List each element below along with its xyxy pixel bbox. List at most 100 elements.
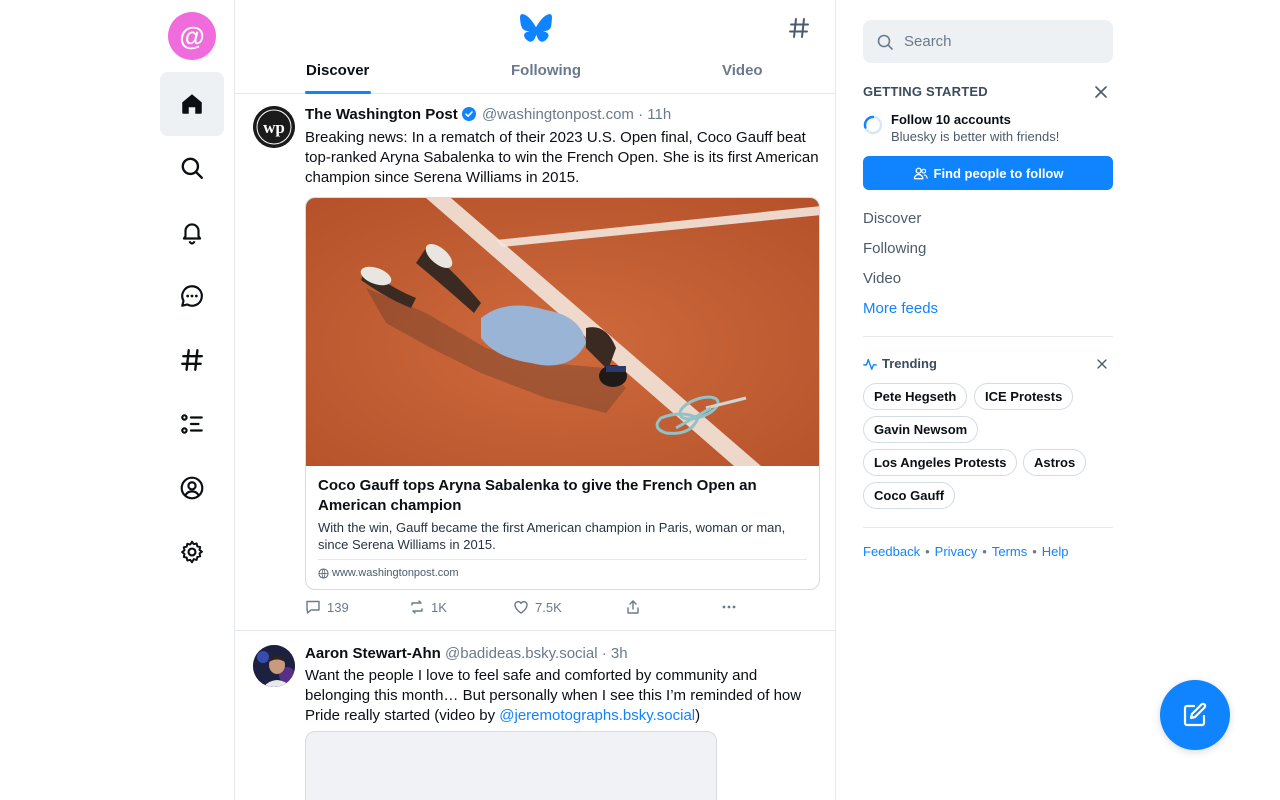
divider [863, 527, 1113, 528]
author-handle[interactable]: @washingtonpost.com [482, 106, 634, 123]
bell-icon [182, 223, 202, 245]
reply-count: 139 [327, 599, 349, 615]
post-divider [235, 630, 835, 631]
repost-count: 1K [431, 599, 447, 615]
feeds-hashtag-icon[interactable] [787, 16, 811, 40]
search-icon [181, 157, 203, 179]
post-actions: 139 1K 7.5K [305, 599, 825, 619]
footer-privacy[interactable]: Privacy [935, 544, 978, 559]
author-name[interactable]: Aaron Stewart-Ahn [305, 645, 441, 662]
card-divider [318, 559, 807, 560]
footer-terms[interactable]: Terms [992, 544, 1027, 559]
mention-link[interactable]: @jeremotographs.bsky.social [499, 707, 695, 724]
card-image [306, 198, 819, 466]
profile-icon [180, 476, 204, 500]
nav-settings[interactable] [160, 520, 224, 584]
post-header: Aaron Stewart-Ahn @badideas.bsky.social … [305, 645, 628, 662]
trending-topic[interactable]: Gavin Newsom [863, 416, 979, 443]
nav-search[interactable] [160, 136, 224, 200]
post-header: The Washington Post @washingtonpost.com … [305, 106, 671, 123]
author-avatar[interactable] [253, 645, 295, 687]
find-people-label: Find people to follow [933, 165, 1064, 181]
search-box[interactable] [863, 20, 1113, 63]
post-text: Want the people I love to feel safe and … [305, 666, 825, 726]
trending-topic[interactable]: ICE Protests [974, 383, 1074, 410]
author-name[interactable]: The Washington Post [305, 106, 458, 123]
like-count: 7.5K [535, 599, 562, 615]
divider [863, 336, 1113, 337]
nav-notifications[interactable] [160, 200, 224, 264]
author-handle[interactable]: @badideas.bsky.social [445, 645, 598, 662]
trending-icon [863, 358, 877, 370]
tab-video[interactable]: Video [722, 62, 763, 79]
post-time: · 11h [638, 106, 672, 123]
repost-button[interactable]: 1K [409, 599, 447, 615]
feed-tabs: Discover Following Video [235, 60, 835, 94]
compose-icon [1183, 702, 1207, 727]
tab-following[interactable]: Following [511, 62, 581, 79]
progress-ring-icon [863, 115, 883, 135]
chat-icon [181, 285, 203, 307]
separator-dot: • [1032, 544, 1037, 559]
close-icon[interactable] [1093, 84, 1109, 100]
separator-dot: • [982, 544, 987, 559]
card-title: Coco Gauff tops Aryna Sabalenka to give … [318, 477, 757, 514]
nav-profile[interactable] [160, 456, 224, 520]
getting-started-label: GETTING STARTED [863, 84, 988, 99]
bluesky-logo-icon[interactable] [520, 14, 552, 42]
card-domain: www.washingtonpost.com [318, 567, 459, 579]
footer-feedback[interactable]: Feedback [863, 544, 920, 559]
more-options-button[interactable] [721, 599, 737, 615]
svg-text:wp: wp [263, 118, 285, 137]
card-domain-text: www.washingtonpost.com [332, 567, 459, 579]
more-feeds-link[interactable]: More feeds [863, 300, 938, 317]
post-time: · 3h [601, 645, 628, 662]
card-description: With the win, Gauff became the first Ame… [318, 520, 786, 552]
video-embed[interactable] [305, 731, 717, 800]
like-button[interactable]: 7.5K [513, 599, 562, 615]
tab-discover[interactable]: Discover [306, 62, 369, 79]
trending-topic[interactable]: Pete Hegseth [863, 383, 968, 410]
globe-icon [318, 567, 329, 579]
ellipsis-icon [722, 605, 736, 609]
separator-dot: • [925, 544, 930, 559]
nav-feeds[interactable] [160, 328, 224, 392]
sidebar-feed-discover[interactable]: Discover [863, 210, 921, 227]
getting-started-subtitle: Bluesky is better with friends! [891, 129, 1060, 144]
user-avatar[interactable]: @ [168, 12, 216, 60]
post-text-end: ) [695, 707, 701, 724]
find-people-button[interactable]: Find people to follow [863, 156, 1113, 190]
nav-chat[interactable] [160, 264, 224, 328]
share-icon [627, 600, 639, 614]
compose-button[interactable] [1160, 680, 1230, 750]
trending-topic[interactable]: Los Angeles Protests [863, 449, 1018, 476]
author-avatar[interactable]: wp [253, 106, 295, 148]
trending-topic[interactable]: Astros [1023, 449, 1087, 476]
search-input[interactable] [904, 33, 1094, 50]
verified-badge-icon [461, 107, 476, 121]
heart-icon [514, 601, 528, 614]
footer-help[interactable]: Help [1042, 544, 1069, 559]
link-card[interactable]: Coco Gauff tops Aryna Sabalenka to give … [305, 197, 820, 590]
sidebar-feed-video[interactable]: Video [863, 270, 901, 287]
settings-icon [181, 540, 203, 564]
close-icon[interactable] [1096, 358, 1108, 370]
trending-header: Trending [863, 356, 937, 371]
nav-home[interactable] [160, 72, 224, 136]
search-icon [877, 34, 893, 50]
share-button[interactable] [625, 599, 641, 615]
washington-post-logo-icon: wp [253, 106, 295, 148]
reply-button[interactable]: 139 [305, 599, 349, 615]
active-tab-indicator [305, 91, 371, 94]
sidebar-feed-following[interactable]: Following [863, 240, 926, 257]
post-text: Breaking news: In a rematch of their 202… [305, 129, 819, 186]
getting-started-title: Follow 10 accounts [891, 112, 1011, 127]
hashtag-icon [181, 349, 203, 371]
nav-lists[interactable] [160, 392, 224, 456]
main-feed: Discover Following Video wp The Washingt… [234, 0, 836, 800]
reply-icon [306, 600, 320, 614]
people-icon [913, 167, 928, 179]
trending-topic[interactable]: Coco Gauff [863, 482, 956, 509]
lists-icon [181, 414, 203, 434]
home-icon [182, 94, 202, 114]
